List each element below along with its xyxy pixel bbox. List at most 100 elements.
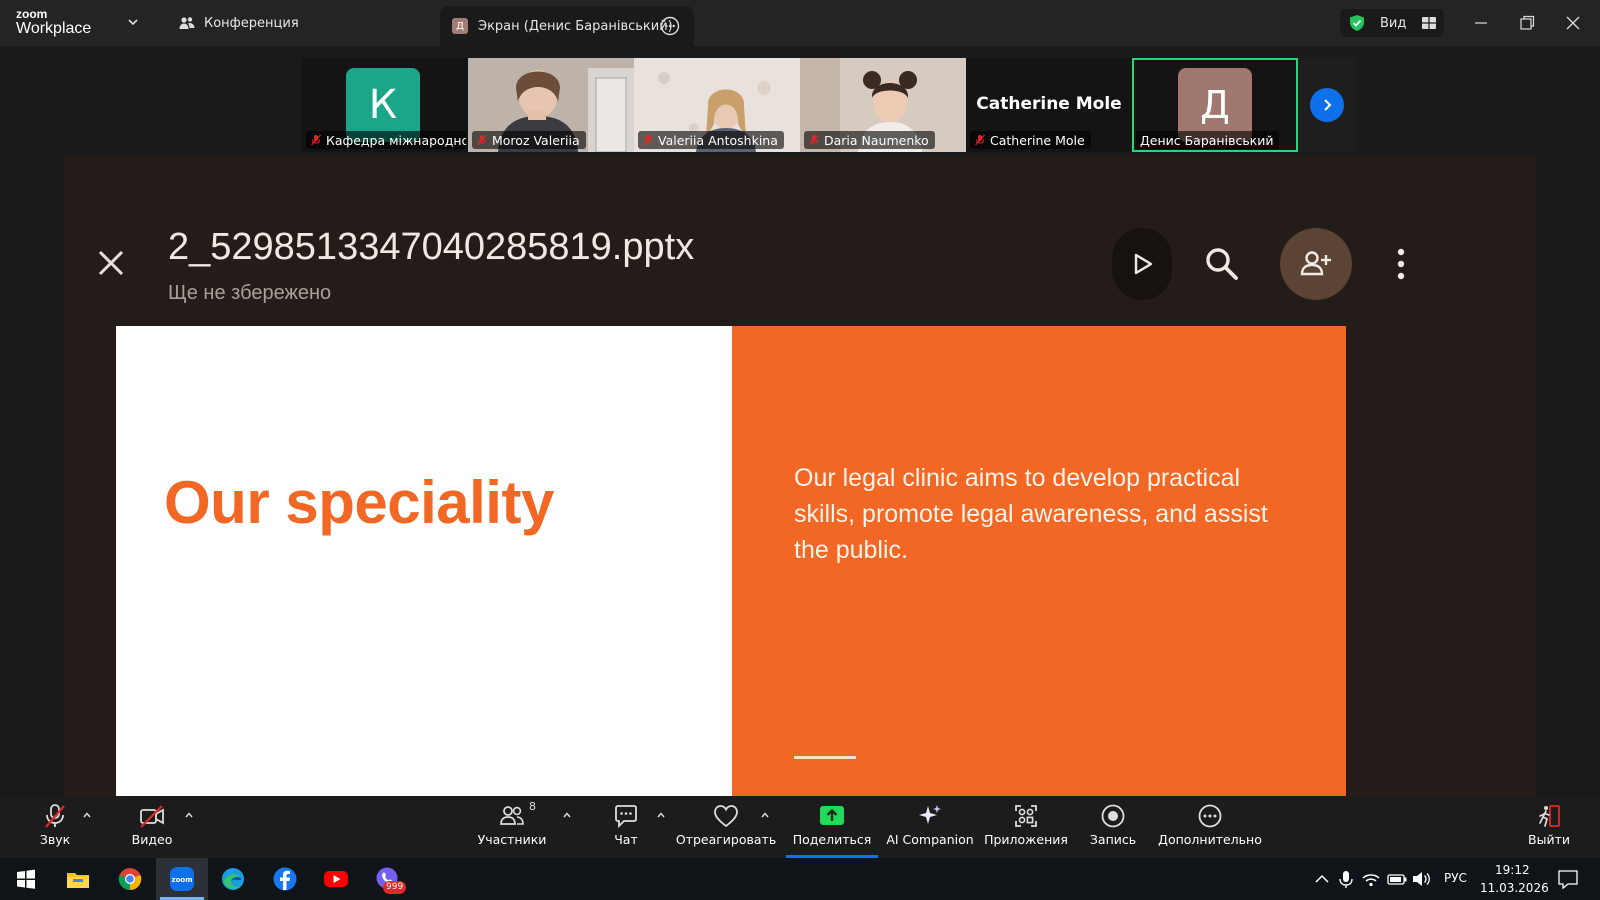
file-title: 2_5298513347040285819.pptx: [168, 226, 695, 268]
windows-start-icon[interactable]: [12, 865, 40, 893]
wifi-icon[interactable]: [1360, 865, 1382, 893]
more-label: Дополнительно: [1158, 832, 1262, 847]
participant-name-label: Daria Naumenko: [804, 131, 935, 149]
presentation-slide: Our speciality Our legal clinic aims to …: [116, 326, 1346, 796]
shield-check-icon: [1350, 15, 1364, 31]
more-options-icon: [1198, 804, 1222, 828]
chevron-up-icon[interactable]: [82, 810, 92, 820]
mic-muted-icon: [643, 134, 653, 146]
chevron-down-icon[interactable]: [126, 15, 140, 29]
video-off-icon: [140, 805, 164, 828]
participant-big-name: Catherine Mole: [976, 94, 1122, 114]
minimize-icon[interactable]: [1470, 12, 1492, 34]
apps-button[interactable]: Приложения: [984, 802, 1068, 854]
participant-tile[interactable]: Daria Naumenko: [800, 58, 966, 152]
participants-label: Участники: [477, 832, 547, 847]
participant-name: Valeriia Antoshkina: [658, 132, 778, 148]
chat-label: Чат: [614, 832, 638, 847]
svg-text:zoom: zoom: [172, 876, 193, 884]
zoom-workplace-logo[interactable]: zoom Workplace: [16, 8, 91, 37]
chevron-up-icon[interactable]: [562, 810, 572, 820]
zoom-app-icon[interactable]: zoom: [168, 865, 196, 893]
mic-muted-icon: [477, 134, 487, 146]
chat-icon: [615, 805, 637, 829]
chevron-up-icon[interactable]: [184, 810, 194, 820]
record-label: Запись: [1089, 832, 1137, 847]
heart-icon: [714, 805, 738, 828]
participant-tile[interactable]: Moroz Valeriia: [468, 58, 634, 152]
people-icon: [179, 17, 195, 29]
mic-off-icon: [45, 804, 65, 828]
title-bar: zoom Workplace Конференция Д Экран (Дени…: [0, 0, 1600, 46]
play-slideshow-button: [1112, 228, 1172, 300]
close-window-icon[interactable]: [1562, 12, 1584, 34]
participant-name-label: Денис Баранівський: [1136, 131, 1280, 149]
clock-date[interactable]: 11.03.2026: [1480, 881, 1549, 895]
chrome-icon[interactable]: [116, 865, 144, 893]
participant-name-label: Moroz Valeriia: [472, 131, 586, 149]
chevron-up-icon[interactable]: [656, 810, 666, 820]
ai-companion-button[interactable]: AI Companion: [886, 802, 974, 854]
participant-name-label: Catherine Mole: [970, 131, 1091, 149]
viber-unread-badge: 999: [383, 881, 407, 894]
video-button[interactable]: Видео: [126, 802, 178, 854]
meeting-toolbar: Звук Видео Участники 8 Чат Отреагировать…: [0, 796, 1600, 858]
leave-button[interactable]: Выйти: [1526, 802, 1572, 854]
slide-divider: [794, 756, 856, 759]
record-button[interactable]: Запись: [1088, 802, 1138, 854]
video-label: Видео: [131, 832, 173, 847]
facebook-icon[interactable]: [271, 865, 299, 893]
chevron-up-icon[interactable]: [760, 810, 770, 820]
restore-icon[interactable]: [1516, 12, 1538, 34]
slide-heading: Our speciality: [164, 469, 554, 536]
conference-label: Конференция: [204, 15, 299, 31]
slide-left-panel: Our speciality: [116, 326, 732, 796]
react-label: Отреагировать: [675, 832, 777, 847]
audio-button[interactable]: Звук: [30, 802, 80, 854]
microphone-icon[interactable]: [1336, 865, 1356, 893]
screen-share-tab[interactable]: Д Экран (Денис Баранівський): [440, 6, 694, 46]
view-button[interactable]: Вид: [1340, 9, 1444, 37]
mic-muted-icon: [975, 134, 985, 146]
share-button[interactable]: Поделиться: [786, 802, 878, 854]
participant-name: Daria Naumenko: [824, 132, 929, 148]
file-explorer-icon[interactable]: [64, 865, 92, 893]
conference-tab[interactable]: Конференция: [178, 13, 299, 33]
mic-muted-icon: [809, 134, 819, 146]
participant-tile[interactable]: Valeriia Antoshkina: [634, 58, 800, 152]
share-screen-icon: [820, 806, 844, 825]
close-icon: [98, 250, 124, 276]
notifications-icon[interactable]: [1556, 865, 1580, 893]
volume-icon[interactable]: [1410, 865, 1432, 893]
view-label: Вид: [1380, 15, 1407, 31]
edge-icon[interactable]: [219, 865, 247, 893]
record-icon: [1101, 804, 1125, 828]
participant-strip: К Кафедра міжнародно... Moroz Valeriia V…: [302, 58, 1356, 152]
participant-name-label: Кафедра міжнародно...: [306, 131, 466, 149]
participant-name: Кафедра міжнародно...: [326, 132, 466, 148]
participants-icon: [500, 806, 524, 825]
participant-tile[interactable]: К Кафедра міжнародно...: [302, 58, 468, 152]
next-participants-button[interactable]: [1298, 58, 1356, 152]
youtube-icon[interactable]: [322, 865, 350, 893]
participant-tile[interactable]: Catherine Mole Catherine Mole: [966, 58, 1132, 152]
zoom-window: zoom Workplace Конференция Д Экран (Дени…: [0, 0, 1600, 900]
participant-tile-active-speaker[interactable]: Д Денис Баранівський: [1132, 58, 1298, 152]
ai-companion-label: AI Companion: [886, 832, 974, 847]
more-options-icon[interactable]: [660, 16, 680, 36]
battery-icon[interactable]: [1386, 865, 1408, 893]
mic-muted-icon: [311, 134, 321, 146]
leave-label: Выйти: [1528, 832, 1570, 847]
clock-time[interactable]: 19:12: [1495, 863, 1530, 877]
shared-screen: 2_5298513347040285819.pptx Ще не збереже…: [64, 156, 1536, 796]
sparkle-icon: [919, 805, 941, 824]
input-language[interactable]: РУС: [1444, 871, 1467, 885]
more-button[interactable]: Дополнительно: [1158, 802, 1262, 854]
chat-button[interactable]: Чат: [608, 802, 644, 854]
slide-body-text: Our legal clinic aims to develop practic…: [794, 464, 1268, 564]
chevron-up-icon[interactable]: [1312, 865, 1332, 893]
add-person-icon: [1300, 251, 1331, 276]
slide-right-panel: Our legal clinic aims to develop practic…: [732, 326, 1346, 796]
chevron-right-icon: [1324, 99, 1332, 111]
apps-label: Приложения: [984, 832, 1068, 847]
